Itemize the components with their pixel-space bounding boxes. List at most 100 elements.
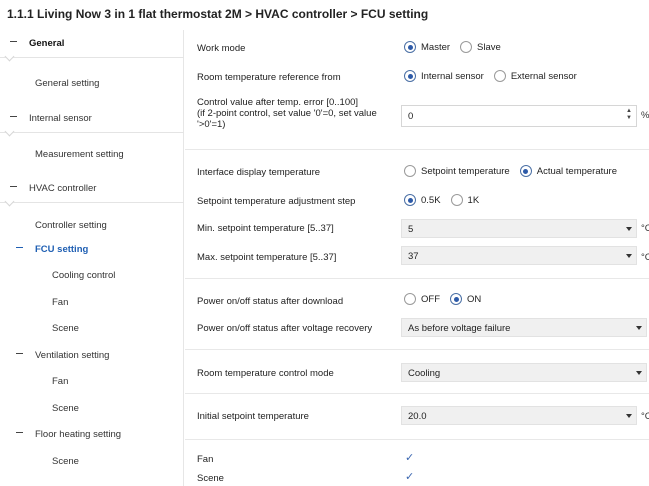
control-value-input[interactable]: 0 ▲ ▼ xyxy=(401,105,637,127)
control-value-label-line2: (if 2-point control, set value '0'=0, se… xyxy=(197,108,377,119)
control-mode-value: Cooling xyxy=(408,368,441,379)
collapse-icon[interactable] xyxy=(10,37,18,43)
divider xyxy=(0,57,184,58)
adj-step-radio-group: 0.5K 1K xyxy=(404,194,489,206)
internal-sensor-radio[interactable]: Internal sensor xyxy=(404,70,484,82)
sidebar-item-floor-heating-scene[interactable]: Scene xyxy=(0,448,184,474)
external-sensor-radio-label: External sensor xyxy=(510,70,577,82)
sidebar-item-label: General xyxy=(29,38,65,49)
sidebar-item-ventilation-fan[interactable]: Fan xyxy=(0,368,184,394)
step-1k-radio-label: 1K xyxy=(467,194,480,206)
sidebar-item-cooling-control[interactable]: Cooling control xyxy=(0,262,184,288)
divider xyxy=(185,349,649,350)
radio-selected-icon xyxy=(404,41,416,53)
chevron-down-icon xyxy=(636,371,642,375)
sidebar-item-label: Scene xyxy=(52,456,79,467)
actual-temperature-radio-label: Actual temperature xyxy=(536,165,617,177)
off-radio[interactable]: OFF xyxy=(404,293,440,305)
step-05k-radio[interactable]: 0.5K xyxy=(404,194,441,206)
collapse-icon[interactable] xyxy=(10,182,18,188)
max-setpoint-value: 37 xyxy=(408,251,419,262)
min-setpoint-dropdown[interactable]: 5 xyxy=(401,219,637,238)
max-setpoint-label: Max. setpoint temperature [5..37] xyxy=(197,252,337,263)
radio-selected-icon xyxy=(404,194,416,206)
collapse-icon[interactable] xyxy=(16,349,24,355)
power-recovery-dropdown[interactable]: As before voltage failure xyxy=(401,318,647,337)
room-ref-label: Room temperature reference from xyxy=(197,72,341,83)
sidebar-item-general-setting[interactable]: General setting xyxy=(0,70,184,96)
display-temp-label: Interface display temperature xyxy=(197,167,321,178)
collapse-icon[interactable] xyxy=(16,243,24,249)
sidebar-item-ventilation-setting[interactable]: Ventilation setting xyxy=(0,342,184,368)
sidebar-item-internal-sensor[interactable]: Internal sensor xyxy=(0,105,184,131)
radio-unselected-icon xyxy=(493,70,506,82)
sidebar-item-label: Floor heating setting xyxy=(35,429,122,440)
on-radio-label: ON xyxy=(467,293,482,305)
control-value-label-line3: '>0'=1) xyxy=(197,119,226,130)
sidebar-item-label: Fan xyxy=(52,376,69,387)
fan-checkbox[interactable]: ✓ xyxy=(405,451,414,464)
max-setpoint-dropdown[interactable]: 37 xyxy=(401,246,637,265)
master-radio-label: Master xyxy=(421,41,451,53)
setpoint-temperature-radio[interactable]: Setpoint temperature xyxy=(404,165,510,177)
slave-radio-label: Slave xyxy=(477,41,501,53)
step-1k-radio[interactable]: 1K xyxy=(450,194,480,206)
sidebar-item-floor-heating-setting[interactable]: Floor heating setting xyxy=(0,421,184,447)
power-download-label: Power on/off status after download xyxy=(197,296,344,307)
control-mode-dropdown[interactable]: Cooling xyxy=(401,363,647,382)
internal-sensor-radio-label: Internal sensor xyxy=(421,70,484,82)
off-radio-label: OFF xyxy=(421,293,440,305)
external-sensor-radio[interactable]: External sensor xyxy=(493,70,577,82)
divider xyxy=(185,278,649,279)
sidebar-item-label: Internal sensor xyxy=(29,113,92,124)
on-radio[interactable]: ON xyxy=(450,293,481,305)
sidebar-item-ventilation-scene[interactable]: Scene xyxy=(0,395,184,421)
sidebar-item-label: Fan xyxy=(52,297,69,308)
divider xyxy=(185,149,649,150)
sidebar-item-label: Scene xyxy=(52,323,79,334)
sidebar-item-label: FCU setting xyxy=(35,244,89,255)
master-radio[interactable]: Master xyxy=(404,41,450,53)
work-mode-label: Work mode xyxy=(197,43,246,54)
sidebar-item-scene[interactable]: Scene xyxy=(0,315,184,341)
collapse-icon[interactable] xyxy=(16,428,24,434)
scene-checkbox[interactable]: ✓ xyxy=(405,470,414,483)
sidebar-item-hvac-controller[interactable]: HVAC controller xyxy=(0,175,184,201)
radio-unselected-icon xyxy=(460,41,473,53)
power-recovery-value: As before voltage failure xyxy=(408,323,511,334)
divider xyxy=(185,439,649,440)
work-mode-radio-group: Master Slave xyxy=(404,41,511,53)
spinner-icon[interactable]: ▲ ▼ xyxy=(626,108,632,122)
sidebar-item-label: HVAC controller xyxy=(29,183,97,194)
sidebar-item-fcu-setting[interactable]: FCU setting xyxy=(0,236,184,262)
radio-unselected-icon xyxy=(404,165,416,177)
initial-setpoint-label: Initial setpoint temperature xyxy=(197,411,309,422)
control-value-label-line1: Control value after temp. error [0..100] xyxy=(197,97,359,108)
control-value-text: 0 xyxy=(408,111,414,122)
chevron-down-icon xyxy=(626,254,632,258)
sidebar-item-label: Ventilation setting xyxy=(35,350,110,361)
initial-setpoint-unit: °C xyxy=(641,411,649,422)
min-setpoint-unit: °C xyxy=(641,223,649,234)
chevron-down-icon xyxy=(626,227,632,231)
power-recovery-label: Power on/off status after voltage recove… xyxy=(197,323,373,334)
sidebar-item-label: Cooling control xyxy=(52,270,116,281)
min-setpoint-label: Min. setpoint temperature [5..37] xyxy=(197,223,334,234)
actual-temperature-radio[interactable]: Actual temperature xyxy=(519,165,617,177)
slave-radio[interactable]: Slave xyxy=(460,41,501,53)
min-setpoint-value: 5 xyxy=(408,224,414,235)
divider xyxy=(0,202,184,203)
radio-unselected-icon xyxy=(404,293,416,305)
fan-label: Fan xyxy=(197,454,214,465)
sidebar-item-measurement-setting[interactable]: Measurement setting xyxy=(0,141,184,167)
sidebar-item-label: Controller setting xyxy=(35,220,107,231)
collapse-icon[interactable] xyxy=(10,112,18,118)
display-temp-radio-group: Setpoint temperature Actual temperature xyxy=(404,165,627,177)
sidebar-item-controller-setting[interactable]: Controller setting xyxy=(0,212,184,238)
initial-setpoint-dropdown[interactable]: 20.0 xyxy=(401,406,637,425)
scene-label: Scene xyxy=(197,473,224,484)
sidebar-item-fan[interactable]: Fan xyxy=(0,289,184,315)
adj-step-label: Setpoint temperature adjustment step xyxy=(197,196,356,207)
sidebar-item-general[interactable]: General xyxy=(0,30,184,56)
radio-selected-icon xyxy=(450,293,462,305)
